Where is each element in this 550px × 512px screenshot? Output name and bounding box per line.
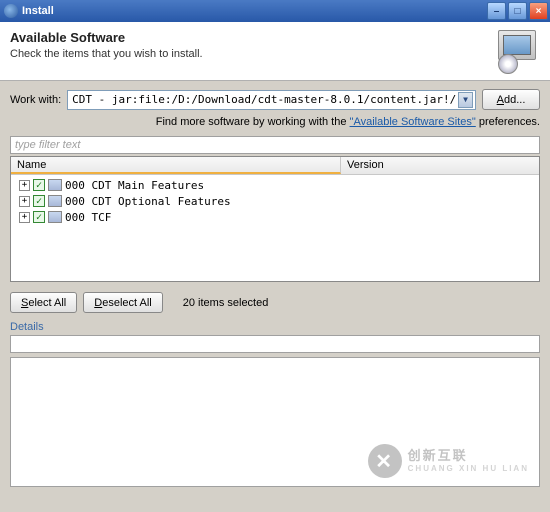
work-with-combo[interactable]: CDT - jar:file:/D:/Download/cdt-master-8… bbox=[67, 90, 476, 110]
window-controls: – □ × bbox=[487, 2, 548, 20]
tree-label: 000 CDT Main Features bbox=[65, 179, 204, 192]
checkbox[interactable]: ✓ bbox=[33, 211, 45, 223]
deselect-all-button[interactable]: Deselect All bbox=[83, 292, 162, 313]
tree-row[interactable]: + ✓ 000 CDT Optional Features bbox=[11, 193, 539, 209]
hint-row: Find more software by working with the "… bbox=[0, 114, 550, 134]
app-icon bbox=[4, 4, 18, 18]
banner-title: Available Software bbox=[10, 30, 492, 45]
tree-body[interactable]: + ✓ 000 CDT Main Features + ✓ 000 CDT Op… bbox=[11, 175, 539, 281]
hint-suffix: preferences. bbox=[479, 116, 540, 128]
watermark-text: 创新互联 bbox=[408, 449, 529, 463]
tree-label: 000 TCF bbox=[65, 211, 111, 224]
selection-row: Select All Deselect All 20 items selecte… bbox=[0, 288, 550, 321]
expand-icon[interactable]: + bbox=[19, 180, 30, 191]
chevron-down-icon[interactable]: ▼ bbox=[458, 92, 473, 108]
tree-header: Name Version bbox=[11, 157, 539, 175]
banner-subtitle: Check the items that you wish to install… bbox=[10, 48, 492, 60]
close-button[interactable]: × bbox=[529, 2, 548, 20]
title-bar: Install – □ × bbox=[0, 0, 550, 22]
tree-row[interactable]: + ✓ 000 CDT Main Features bbox=[11, 177, 539, 193]
hint-prefix: Find more software by working with the bbox=[156, 116, 350, 128]
checkbox[interactable]: ✓ bbox=[33, 179, 45, 191]
description-area: ✕ 创新互联 CHUANG XIN HU LIAN bbox=[10, 357, 540, 487]
selection-status: 20 items selected bbox=[183, 297, 269, 309]
filter-input[interactable]: type filter text bbox=[10, 136, 540, 154]
software-tree: Name Version + ✓ 000 CDT Main Features +… bbox=[10, 156, 540, 282]
window-title: Install bbox=[22, 5, 487, 17]
checkbox[interactable]: ✓ bbox=[33, 195, 45, 207]
watermark-icon: ✕ bbox=[368, 444, 402, 478]
watermark: ✕ 创新互联 CHUANG XIN HU LIAN bbox=[368, 444, 529, 478]
category-icon bbox=[48, 195, 62, 207]
expand-icon[interactable]: + bbox=[19, 196, 30, 207]
category-icon bbox=[48, 211, 62, 223]
column-name[interactable]: Name bbox=[11, 157, 341, 174]
tree-row[interactable]: + ✓ 000 TCF bbox=[11, 209, 539, 225]
details-section: Details bbox=[10, 321, 540, 353]
minimize-button[interactable]: – bbox=[487, 2, 506, 20]
work-with-label: Work with: bbox=[10, 94, 61, 106]
available-sites-link[interactable]: "Available Software Sites" bbox=[350, 116, 476, 128]
select-all-button[interactable]: Select All bbox=[10, 292, 77, 313]
column-version[interactable]: Version bbox=[341, 157, 539, 174]
maximize-button[interactable]: □ bbox=[508, 2, 527, 20]
details-label: Details bbox=[10, 321, 540, 333]
work-with-value: CDT - jar:file:/D:/Download/cdt-master-8… bbox=[72, 93, 458, 106]
work-with-row: Work with: CDT - jar:file:/D:/Download/c… bbox=[0, 81, 550, 114]
filter-placeholder: type filter text bbox=[15, 139, 80, 151]
details-box bbox=[10, 335, 540, 353]
wizard-banner: Available Software Check the items that … bbox=[0, 22, 550, 81]
expand-icon[interactable]: + bbox=[19, 212, 30, 223]
add-button[interactable]: Add... bbox=[482, 89, 540, 110]
watermark-sub: CHUANG XIN HU LIAN bbox=[408, 464, 529, 473]
tree-label: 000 CDT Optional Features bbox=[65, 195, 231, 208]
install-icon bbox=[492, 30, 540, 74]
category-icon bbox=[48, 179, 62, 191]
